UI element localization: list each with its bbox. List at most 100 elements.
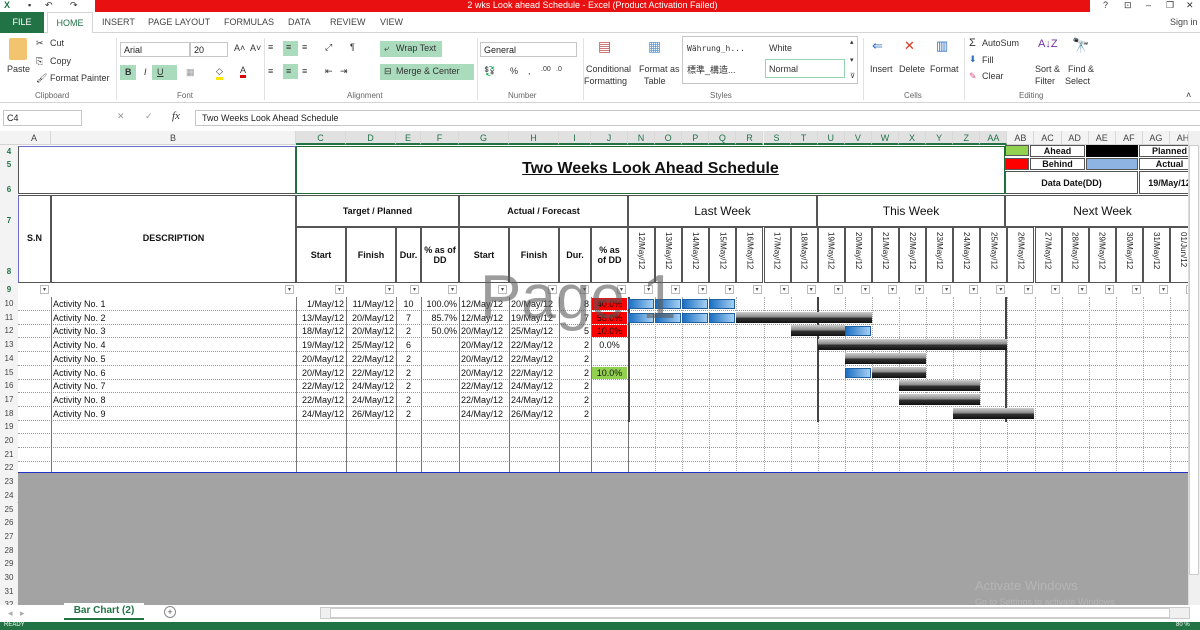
cell-t-dur[interactable]: 2 [398,353,419,365]
cell-a-start[interactable]: 20/May/12 [461,353,507,365]
cell-t-pct[interactable]: 85.7% [423,312,457,324]
sheet-tab-bar-chart-2[interactable]: Bar Chart (2) [64,603,144,620]
filter-dropdown-f[interactable]: ▾ [448,285,457,294]
cell-a-pct[interactable] [593,408,626,420]
cell-a-start[interactable]: 22/May/12 [461,380,507,392]
filter-dropdown-c[interactable]: ▾ [335,285,344,294]
filter-dropdown-d[interactable]: ▾ [385,285,394,294]
cell-t-pct[interactable]: 100.0% [423,298,457,310]
cell-t-dur[interactable]: 2 [398,408,419,420]
filter-dropdown-y[interactable]: ▾ [942,285,952,294]
horizontal-scroll-thumb[interactable] [330,608,1170,618]
new-sheet-button[interactable]: + [164,606,176,618]
cell-t-pct[interactable] [423,353,457,365]
filter-dropdown-t[interactable]: ▾ [806,285,816,294]
filter-dropdown-p[interactable]: ▾ [698,285,708,294]
filter-dropdown-b[interactable]: ▾ [285,285,294,294]
filter-dropdown-ab[interactable]: ▾ [1023,285,1033,294]
cell-a-pct[interactable] [593,353,626,365]
cell-a-dur[interactable]: 2 [561,339,589,351]
cell-t-start[interactable]: 22/May/12 [298,380,344,392]
cell-t-pct[interactable] [423,408,457,420]
cell-t-pct[interactable] [423,339,457,351]
filter-dropdown-u[interactable]: ▾ [833,285,843,294]
cell-a-pct[interactable] [593,380,626,392]
cell-a-finish[interactable]: 26/May/12 [511,408,557,420]
cell-t-dur[interactable]: 2 [398,325,419,337]
cell-t-finish[interactable]: 22/May/12 [348,353,394,365]
cell-a-finish[interactable]: 22/May/12 [511,367,557,379]
cell-a-dur[interactable]: 2 [561,367,589,379]
cell-t-finish[interactable]: 22/May/12 [348,367,394,379]
cell-t-pct[interactable]: 50.0% [423,325,457,337]
cell-t-dur[interactable]: 7 [398,312,419,324]
filter-dropdown-q[interactable]: ▾ [725,285,735,294]
filter-dropdown-w[interactable]: ▾ [888,285,897,294]
worksheet[interactable]: Two Weeks Look Ahead Schedule Ahead Plan… [0,0,1200,630]
cell-a-start[interactable]: 22/May/12 [461,394,507,406]
cell-a-pct[interactable]: 0.0% [592,339,627,351]
zoom-level[interactable]: 80 % [1176,622,1190,628]
prev-sheet-icon[interactable]: ◂ [8,608,13,619]
filter-dropdown-aa[interactable]: ▾ [996,285,1006,294]
cell-desc[interactable]: Activity No. 5 [53,353,294,365]
cell-t-start[interactable]: 1/May/12 [298,298,344,310]
filter-dropdown-e[interactable]: ▾ [410,285,419,294]
cell-t-pct[interactable] [423,367,457,379]
cell-a-dur[interactable]: 2 [561,408,589,420]
next-sheet-icon[interactable]: ▸ [20,608,25,619]
filter-dropdown-a[interactable]: ▾ [40,285,49,294]
cell-a-dur[interactable]: 2 [561,394,589,406]
cell-t-dur[interactable]: 2 [398,394,419,406]
cell-t-start[interactable]: 20/May/12 [298,367,344,379]
cell-t-start[interactable]: 19/May/12 [298,339,344,351]
cell-a-dur[interactable]: 2 [561,380,589,392]
cell-t-finish[interactable]: 25/May/12 [348,339,394,351]
cell-desc[interactable]: Activity No. 2 [53,312,294,324]
cell-t-start[interactable]: 18/May/12 [298,325,344,337]
cell-t-start[interactable]: 22/May/12 [298,394,344,406]
cell-t-finish[interactable]: 24/May/12 [348,380,394,392]
cell-a-finish[interactable]: 24/May/12 [511,394,557,406]
cell-t-finish[interactable]: 20/May/12 [348,312,394,324]
cell-a-start[interactable]: 24/May/12 [461,408,507,420]
filter-dropdown-s[interactable]: ▾ [779,285,789,294]
cell-t-pct[interactable] [423,394,457,406]
cell-desc[interactable]: Activity No. 4 [53,339,294,351]
cell-t-start[interactable]: 20/May/12 [298,353,344,365]
filter-dropdown-r[interactable]: ▾ [752,285,762,294]
vertical-scroll-thumb[interactable] [1189,145,1199,575]
cell-t-dur[interactable]: 2 [398,380,419,392]
cell-t-dur[interactable]: 6 [398,339,419,351]
cell-t-finish[interactable]: 24/May/12 [348,394,394,406]
filter-dropdown-ad[interactable]: ▾ [1077,285,1087,294]
cell-a-finish[interactable]: 24/May/12 [511,380,557,392]
cell-desc[interactable]: Activity No. 1 [53,298,294,310]
filter-dropdown-ac[interactable]: ▾ [1050,285,1060,294]
cell-t-dur[interactable]: 2 [398,367,419,379]
cell-a-dur[interactable]: 2 [561,353,589,365]
cell-a-finish[interactable]: 22/May/12 [511,353,557,365]
filter-dropdown-ag[interactable]: ▾ [1159,285,1168,294]
cell-a-pct[interactable]: 10.0% [592,366,627,379]
cell-desc[interactable]: Activity No. 8 [53,394,294,406]
cell-t-finish[interactable]: 11/May/12 [348,298,394,310]
cell-a-start[interactable]: 20/May/12 [461,339,507,351]
cell-t-finish[interactable]: 20/May/12 [348,325,394,337]
cell-a-pct[interactable] [593,394,626,406]
cell-desc[interactable]: Activity No. 9 [53,408,294,420]
cell-a-finish[interactable]: 22/May/12 [511,339,557,351]
cell-t-start[interactable]: 13/May/12 [298,312,344,324]
filter-dropdown-v[interactable]: ▾ [860,285,870,294]
filter-dropdown-x[interactable]: ▾ [915,285,925,294]
cell-t-dur[interactable]: 10 [398,298,419,310]
filter-dropdown-af[interactable]: ▾ [1131,285,1141,294]
cell-desc[interactable]: Activity No. 7 [53,380,294,392]
cell-t-start[interactable]: 24/May/12 [298,408,344,420]
cell-desc[interactable]: Activity No. 6 [53,367,294,379]
cell-desc[interactable]: Activity No. 3 [53,325,294,337]
cell-t-pct[interactable] [423,380,457,392]
filter-dropdown-ae[interactable]: ▾ [1104,285,1114,294]
cell-a-start[interactable]: 20/May/12 [461,367,507,379]
filter-dropdown-z[interactable]: ▾ [969,285,979,294]
